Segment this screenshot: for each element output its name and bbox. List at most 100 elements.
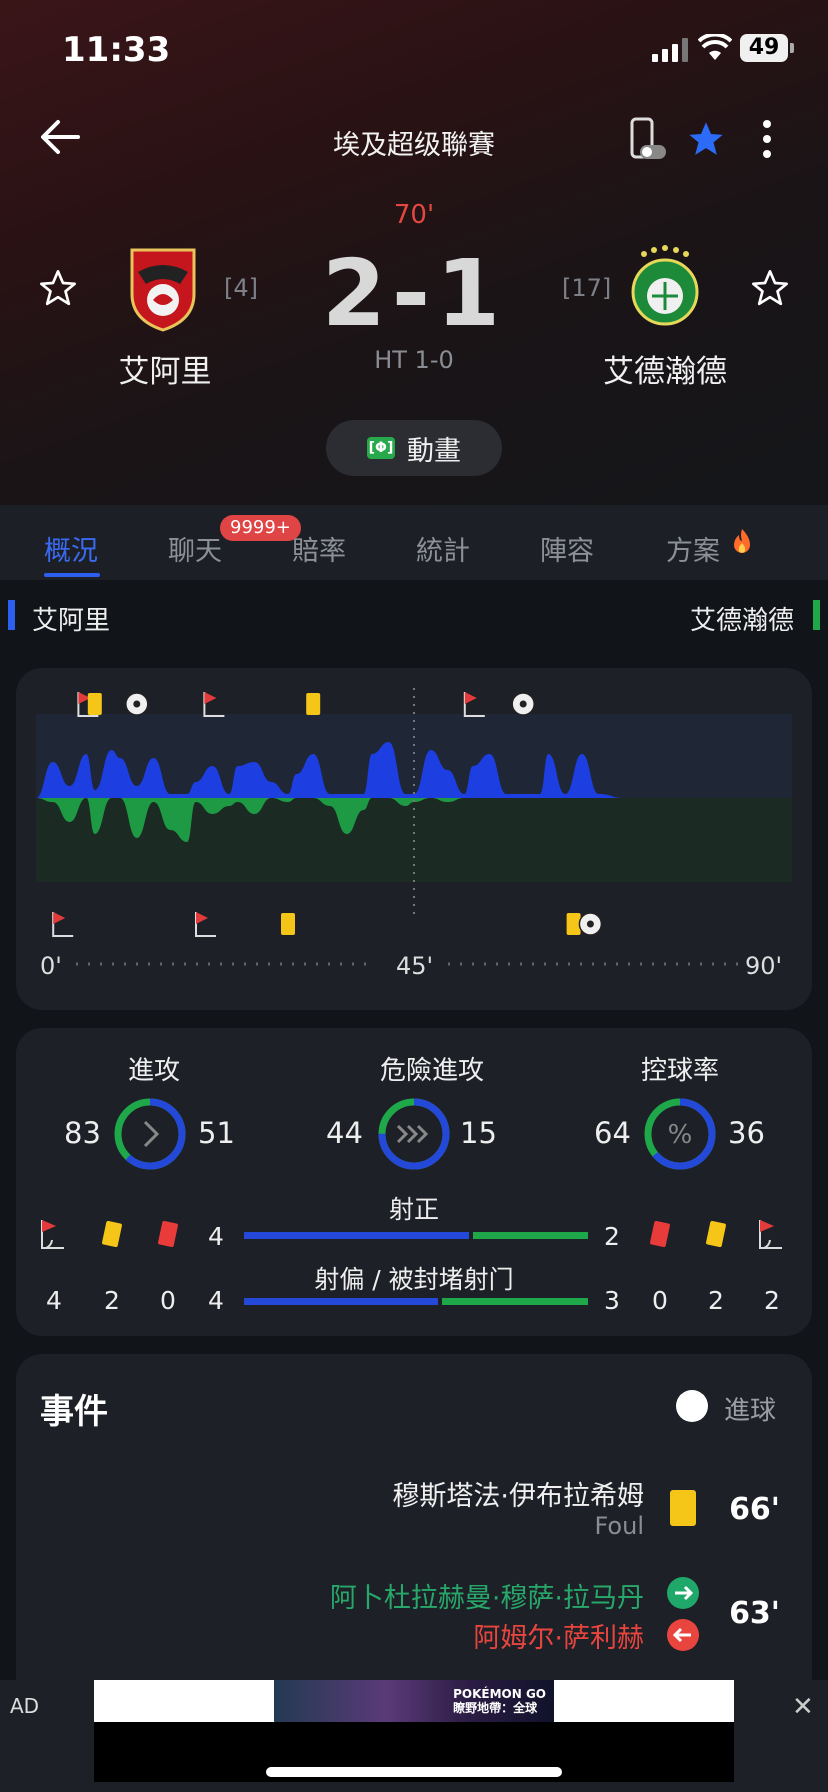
home-corners: 4 bbox=[46, 1286, 62, 1315]
wifi-icon bbox=[698, 34, 732, 60]
home-indicator bbox=[266, 1767, 562, 1777]
favorite-home-star-icon[interactable] bbox=[38, 268, 78, 308]
event-detail: Foul bbox=[594, 1512, 644, 1540]
chat-badge: 9999+ bbox=[220, 515, 301, 541]
shots-off-home-bar bbox=[244, 1298, 439, 1305]
match-score: 2-1 bbox=[321, 240, 507, 347]
stat-possession-away: 36 bbox=[728, 1116, 765, 1150]
home-shots-off: 4 bbox=[208, 1286, 224, 1315]
home-yellow-card-icon bbox=[306, 693, 321, 715]
home-team-crest bbox=[130, 248, 196, 332]
phone-toggle-icon[interactable] bbox=[628, 117, 668, 163]
tab-active-indicator bbox=[44, 573, 100, 577]
chevron-right-icon bbox=[143, 1120, 160, 1148]
stat-attack-home: 83 bbox=[64, 1116, 101, 1150]
home-corner-icon bbox=[41, 1220, 64, 1249]
stat-danger-title: 危險進攻 bbox=[379, 1056, 484, 1086]
away-goal-ball-center-icon bbox=[586, 920, 594, 928]
away-red-card-icon bbox=[649, 1220, 671, 1248]
home-yellow-card-icon bbox=[101, 1220, 123, 1248]
legend-away-name: 艾德瀚德 bbox=[689, 606, 794, 636]
triple-chevron-icon bbox=[396, 1124, 429, 1144]
home-goal-ball-center-icon bbox=[519, 700, 527, 708]
animation-label: 動畫 bbox=[407, 435, 461, 467]
away-corners: 2 bbox=[764, 1286, 780, 1315]
ad-banner[interactable]: POKÉMON GO 瞭野地帶：全球 bbox=[94, 1680, 734, 1722]
stat-danger-away: 15 bbox=[460, 1116, 497, 1150]
favorite-away-star-icon[interactable] bbox=[750, 268, 790, 308]
away-shots-off: 3 bbox=[604, 1286, 620, 1315]
home-goal-ball-center-icon bbox=[133, 700, 141, 708]
possession-gauge: % bbox=[644, 1098, 716, 1170]
animation-button[interactable]: [Φ] 動畫 bbox=[326, 420, 502, 476]
ad-close-button[interactable]: ✕ bbox=[792, 1692, 814, 1722]
home-team-name[interactable]: 艾阿里 bbox=[88, 346, 242, 391]
sub-player-in[interactable]: 阿卜杜拉赫曼·穆萨·拉马丹 bbox=[330, 1576, 644, 1615]
ad-artwork[interactable]: POKÉMON GO 瞭野地帶：全球 bbox=[274, 1680, 554, 1722]
signal-icon bbox=[652, 38, 688, 62]
away-corner-icon bbox=[759, 1220, 782, 1249]
home-rank: [4] bbox=[224, 274, 258, 302]
attack-gauge bbox=[114, 1098, 186, 1170]
status-bar: 11:33 49 bbox=[0, 0, 828, 100]
axis-end-label: 90' bbox=[745, 952, 783, 980]
away-yellow-card-icon bbox=[566, 913, 581, 935]
percent-icon: % bbox=[668, 1120, 693, 1150]
home-yellow-card-icon bbox=[87, 693, 102, 715]
away-corner-flag-icon bbox=[196, 912, 208, 924]
top-nav: 埃及超级聯賽 bbox=[0, 105, 828, 175]
away-corner-flag-icon bbox=[53, 912, 66, 924]
favorite-star-icon[interactable] bbox=[686, 119, 726, 159]
stats-card: 進攻 83 51 危險進攻 44 15 控球率 64 % 36 4 射正 2 4… bbox=[16, 1028, 812, 1336]
home-color-bar bbox=[8, 600, 15, 630]
momentum-card: 0' 45' 90' bbox=[16, 668, 812, 1010]
away-shots-on: 2 bbox=[604, 1222, 620, 1251]
tab-tips[interactable]: 方案 bbox=[666, 529, 720, 568]
status-time: 11:33 bbox=[62, 30, 171, 70]
event-player[interactable]: 穆斯塔法·伊布拉希姆 bbox=[392, 1474, 644, 1513]
home-red-count: 0 bbox=[160, 1286, 176, 1315]
tab-stats[interactable]: 統計 bbox=[416, 529, 470, 568]
event-minute: 66' bbox=[729, 1492, 780, 1527]
more-menu-icon[interactable] bbox=[757, 119, 777, 159]
yellow-card-icon bbox=[670, 1490, 696, 1526]
away-yellow-card-icon bbox=[705, 1220, 727, 1248]
ad-subtitle: 瞭野地帶：全球 bbox=[453, 1701, 538, 1715]
away-red-count: 0 bbox=[652, 1286, 668, 1315]
match-minute: 70' bbox=[393, 200, 435, 230]
away-rank: [17] bbox=[562, 274, 612, 302]
home-shots-on: 4 bbox=[208, 1222, 224, 1251]
home-corner-flag-icon bbox=[464, 692, 477, 704]
goal-filter-toggle[interactable] bbox=[676, 1390, 708, 1422]
shots-off-label: 射偏 / 被封堵射门 bbox=[314, 1265, 514, 1294]
battery-cap bbox=[790, 43, 794, 53]
shots-on-label: 射正 bbox=[388, 1195, 439, 1224]
stat-possession-title: 控球率 bbox=[640, 1056, 719, 1086]
stat-attack-away: 51 bbox=[198, 1116, 235, 1150]
axis-start-label: 0' bbox=[40, 952, 62, 980]
axis-mid-label: 45' bbox=[396, 952, 434, 980]
tab-bar: 概況 聊天 9999+ 賠率 統計 陣容 方案 bbox=[0, 505, 828, 580]
away-color-bar bbox=[813, 600, 820, 630]
sub-player-out[interactable]: 阿姆尔·萨利赫 bbox=[473, 1616, 644, 1655]
legend-home-name: 艾阿里 bbox=[32, 606, 111, 636]
teams-legend: 艾阿里 艾德瀚德 bbox=[0, 580, 828, 650]
animation-icon: [Φ] bbox=[367, 437, 395, 459]
away-team-name[interactable]: 艾德瀚德 bbox=[580, 346, 750, 391]
home-yellow-count: 2 bbox=[104, 1286, 120, 1315]
events-title: 事件 bbox=[40, 1392, 108, 1432]
goal-filter-label[interactable]: 進球 bbox=[724, 1390, 776, 1427]
stat-danger-home: 44 bbox=[326, 1116, 363, 1150]
tab-chat[interactable]: 聊天 bbox=[168, 529, 222, 568]
tab-overview[interactable]: 概況 bbox=[44, 529, 98, 568]
away-team-crest bbox=[631, 245, 699, 326]
home-red-card-icon bbox=[157, 1220, 179, 1248]
tab-lineup[interactable]: 陣容 bbox=[540, 529, 594, 568]
tab-odds[interactable]: 賠率 bbox=[292, 529, 346, 568]
stat-possession-home: 64 bbox=[594, 1116, 631, 1150]
shots-on-away-bar bbox=[473, 1232, 588, 1239]
sub-minute: 63' bbox=[729, 1596, 780, 1631]
stat-attack-title: 進攻 bbox=[127, 1056, 180, 1086]
shots-on-home-bar bbox=[244, 1232, 470, 1239]
home-corner-flag-icon bbox=[204, 692, 217, 704]
